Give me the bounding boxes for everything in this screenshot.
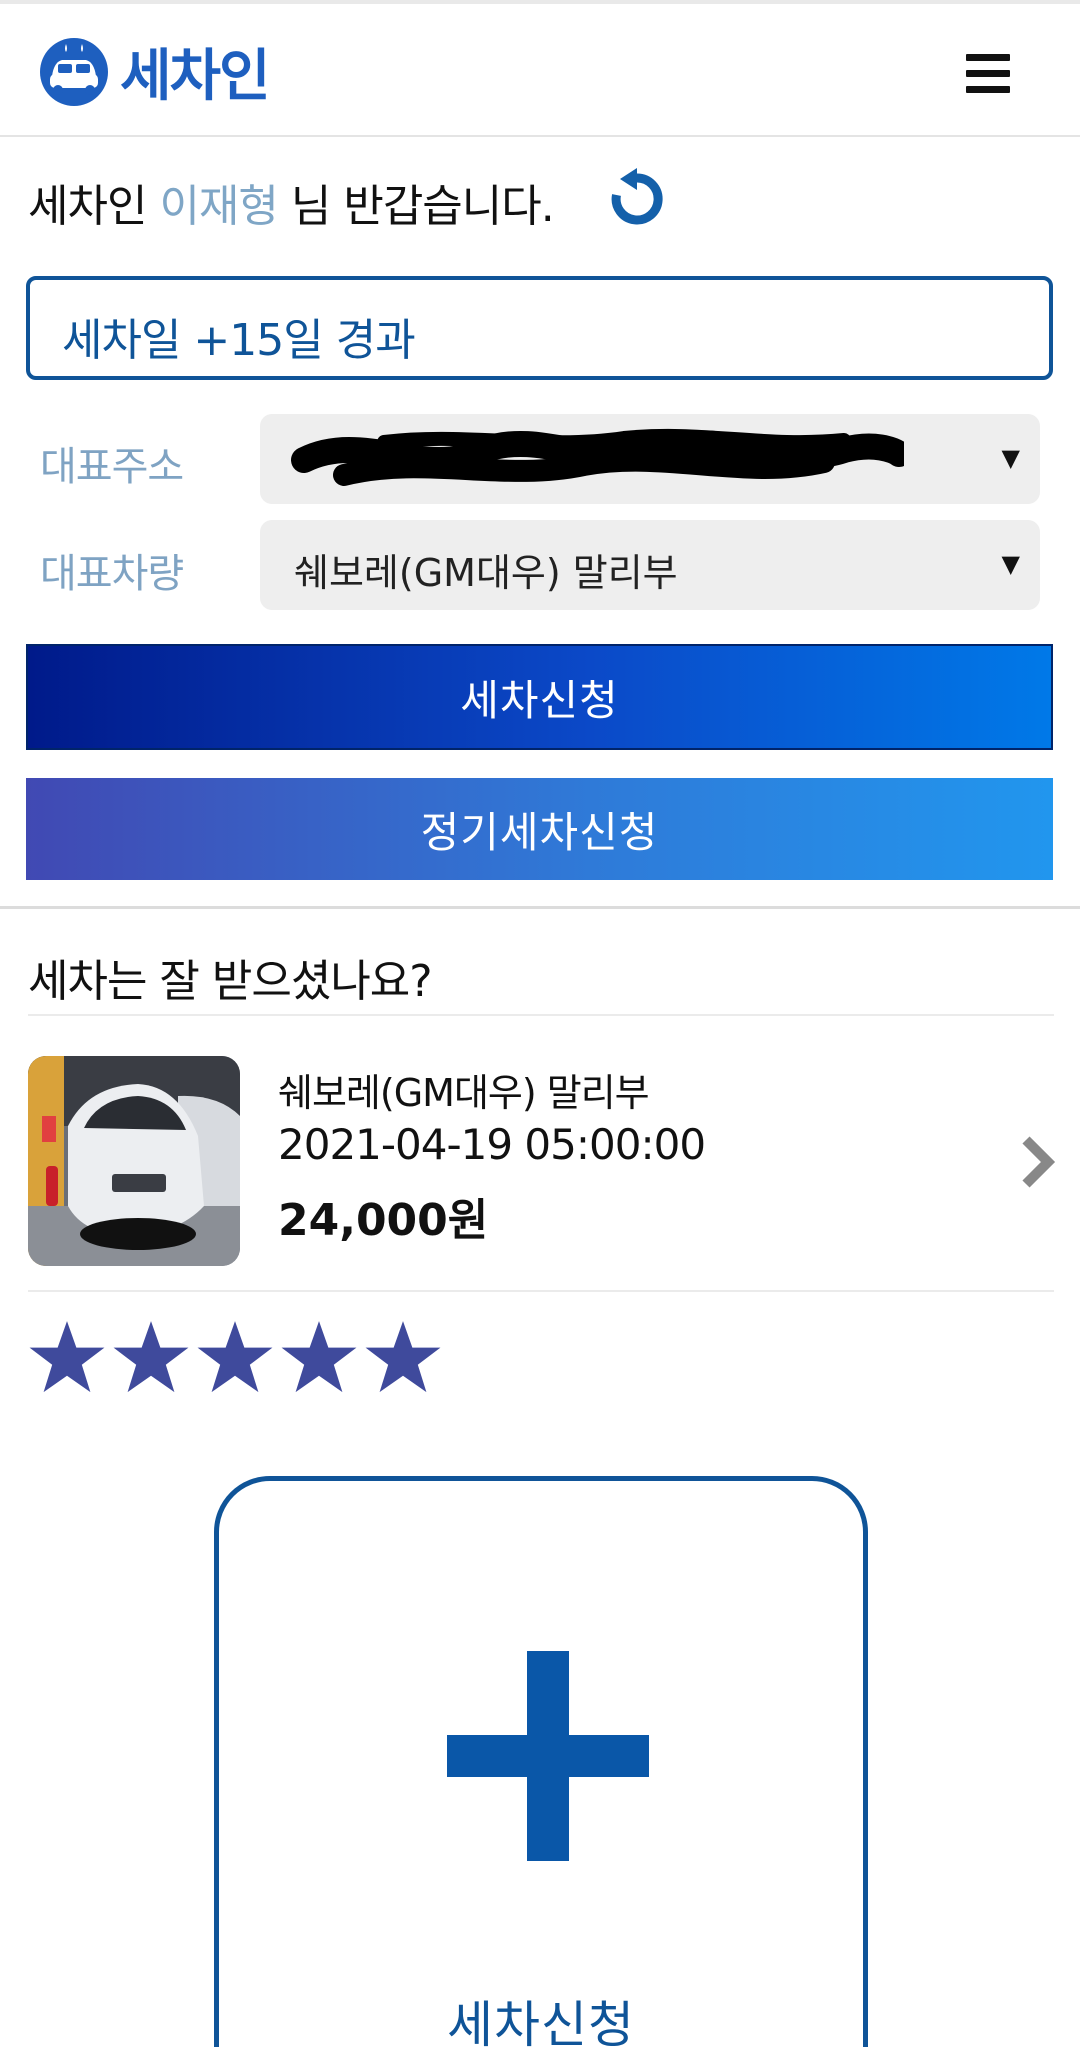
vehicle-value: 쉐보레(GM대우) 말리부 bbox=[294, 551, 678, 595]
star-icon[interactable] bbox=[112, 1318, 190, 1396]
add-card-label: 세차신청 bbox=[447, 1996, 635, 2047]
logo-text: 세차인 bbox=[120, 43, 271, 109]
refresh-icon[interactable] bbox=[606, 168, 668, 230]
star-icon[interactable] bbox=[28, 1318, 106, 1396]
divider bbox=[28, 1014, 1054, 1016]
divider bbox=[28, 1290, 1054, 1292]
add-wash-request-card[interactable]: 세차신청 bbox=[214, 1476, 868, 2047]
car-wash-logo-icon bbox=[40, 38, 108, 106]
review-wash-datetime: 2021-04-19 05:00:00 bbox=[278, 1120, 706, 1169]
app-header: 세차인 bbox=[0, 4, 1080, 137]
user-name: 이재형 bbox=[159, 181, 278, 232]
hamburger-menu-icon[interactable] bbox=[966, 54, 1012, 94]
wash-request-button[interactable]: 세차신청 bbox=[26, 644, 1053, 750]
wash-status-box: 세차일 +15일 경과 bbox=[26, 276, 1053, 380]
greeting-prefix: 세차인 bbox=[28, 181, 160, 232]
star-icon[interactable] bbox=[196, 1318, 274, 1396]
wash-status-text: 세차일 +15일 경과 bbox=[62, 315, 416, 366]
greeting-text: 세차인 이재형 님 반갑습니다. bbox=[28, 170, 555, 234]
app-logo[interactable]: 세차인 bbox=[38, 36, 271, 109]
chevron-right-icon[interactable] bbox=[1018, 1134, 1058, 1190]
chevron-down-icon: ▼ bbox=[1001, 550, 1020, 578]
chevron-down-icon: ▼ bbox=[1001, 444, 1020, 472]
review-section-title: 세차는 잘 받으셨나요? bbox=[28, 956, 433, 1007]
plus-icon-bar bbox=[447, 1735, 649, 1777]
car-photo-thumbnail[interactable] bbox=[28, 1056, 240, 1266]
address-label: 대표주소 bbox=[40, 444, 184, 490]
redaction-scribble bbox=[291, 428, 904, 486]
greeting-suffix: 님 반갑습니다. bbox=[277, 181, 555, 232]
section-divider bbox=[0, 906, 1080, 909]
review-wash-price: 24,000원 bbox=[278, 1195, 489, 1246]
rating-stars[interactable] bbox=[28, 1318, 442, 1396]
regular-wash-request-button[interactable]: 정기세차신청 bbox=[26, 778, 1053, 880]
vehicle-label: 대표차량 bbox=[40, 551, 184, 597]
vehicle-select[interactable]: 쉐보레(GM대우) 말리부 ▼ bbox=[260, 520, 1040, 610]
car-photo-image bbox=[28, 1056, 240, 1266]
address-select[interactable]: ▼ bbox=[260, 414, 1040, 504]
star-icon[interactable] bbox=[280, 1318, 358, 1396]
star-icon[interactable] bbox=[364, 1318, 442, 1396]
review-car-name: 쉐보레(GM대우) 말리부 bbox=[278, 1071, 650, 1115]
